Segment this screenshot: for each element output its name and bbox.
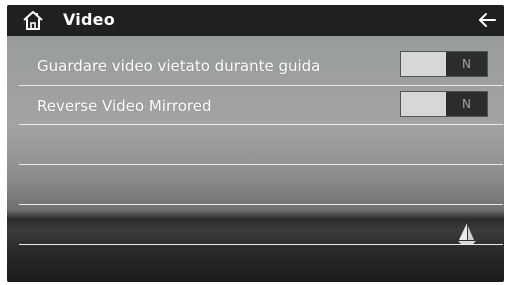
no-video-while-driving-toggle[interactable]: N (400, 51, 488, 77)
row-divider (19, 124, 503, 125)
toggle-state-label: N (446, 92, 487, 116)
setting-label: Guardare video vietato durante guida (37, 57, 321, 75)
toggle-track (401, 92, 446, 116)
row-divider (19, 164, 503, 165)
row-divider (19, 204, 503, 205)
toggle-state-label: N (446, 52, 487, 76)
setting-label: Reverse Video Mirrored (37, 97, 212, 115)
setting-row-reverse-video-mirrored[interactable]: Reverse Video Mirrored N (19, 86, 491, 124)
page-title: Video (63, 10, 115, 29)
setting-row-no-video-while-driving[interactable]: Guardare video vietato durante guida N (19, 46, 491, 84)
reverse-video-mirrored-toggle[interactable]: N (400, 91, 488, 117)
home-icon[interactable] (21, 9, 45, 31)
row-divider (19, 244, 503, 245)
title-bar: Video (7, 5, 504, 36)
back-arrow-icon[interactable] (477, 11, 497, 29)
toggle-track (401, 52, 446, 76)
screen: Video Guardare video vietato durante gui… (7, 5, 504, 282)
sailboat-icon (458, 223, 476, 244)
